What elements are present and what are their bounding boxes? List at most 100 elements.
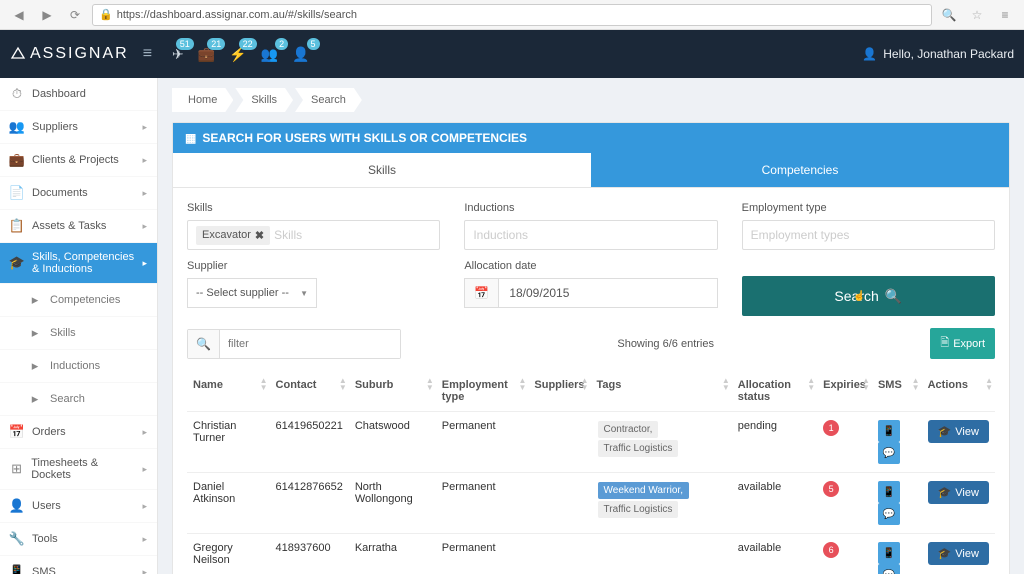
browser-menu-icon[interactable]: ≡: [994, 4, 1016, 26]
user-section[interactable]: 👤 Hello, Jonathan Packard: [862, 47, 1014, 61]
user-icon: 👤: [862, 47, 877, 61]
browser-back-icon[interactable]: ◀: [8, 4, 30, 26]
tag-pill[interactable]: Weekend Warrior,: [598, 482, 689, 499]
tag-pill[interactable]: Contractor,: [598, 421, 659, 438]
chevron-right-icon: ▸: [142, 258, 147, 269]
breadcrumb-item[interactable]: Home: [172, 88, 233, 112]
sms-phone-button[interactable]: 📱: [878, 542, 900, 564]
tag-pill[interactable]: Traffic Logistics: [598, 501, 679, 518]
sidebar-item[interactable]: 📅Orders▸: [0, 416, 157, 449]
filter-input[interactable]: [220, 330, 400, 358]
bookmark-star-icon[interactable]: ☆: [966, 4, 988, 26]
sms-chat-button[interactable]: 💬: [878, 503, 900, 525]
browser-forward-icon[interactable]: ▶: [36, 4, 58, 26]
column-header[interactable]: Expiries▲▼: [817, 371, 872, 412]
view-button[interactable]: 🎓View: [928, 481, 989, 504]
sidebar-item[interactable]: 🔧Tools▸: [0, 523, 157, 556]
employment-input[interactable]: Employment types: [742, 220, 995, 250]
expiry-badge[interactable]: 1: [823, 420, 839, 436]
cell-employment: Permanent: [436, 473, 529, 534]
sidebar-item[interactable]: 💼Clients & Projects▸: [0, 144, 157, 177]
sidebar-item[interactable]: ▸Inductions: [0, 350, 157, 383]
logo[interactable]: ASSIGNAR: [10, 45, 129, 63]
sidebar-item[interactable]: ⏱ Dashboard: [0, 78, 157, 111]
tab-competencies[interactable]: Competencies: [591, 153, 1009, 188]
allocation-date-input[interactable]: 📅 18/09/2015: [464, 278, 717, 308]
expiry-badge[interactable]: 6: [823, 542, 839, 558]
skills-input[interactable]: Excavator ✖ Skills: [187, 220, 440, 250]
breadcrumb-item[interactable]: Search: [295, 88, 362, 112]
sidebar-icon: ▸: [28, 358, 42, 374]
remove-skill-icon[interactable]: ✖: [255, 229, 264, 242]
column-header[interactable]: Suppliers▲▼: [528, 371, 590, 412]
column-header[interactable]: Name▲▼: [187, 371, 270, 412]
sms-phone-button[interactable]: 📱: [878, 420, 900, 442]
skill-tag-chip[interactable]: Excavator ✖: [196, 226, 270, 245]
search-icon[interactable]: 🔍: [938, 4, 960, 26]
column-header[interactable]: Allocation status▲▼: [732, 371, 817, 412]
menu-toggle-icon[interactable]: ≡: [143, 45, 152, 63]
chevron-right-icon: ▸: [142, 567, 147, 574]
export-button[interactable]: 🗎 Export: [930, 328, 995, 359]
sidebar: ⏱ Dashboard 👥Suppliers▸💼Clients & Projects…: [0, 78, 158, 574]
allocation-label: Allocation date: [464, 260, 717, 272]
sidebar-icon: ⏱: [10, 86, 24, 102]
inductions-label: Inductions: [464, 202, 717, 214]
filter-input-group: 🔍: [187, 329, 401, 359]
employment-label: Employment type: [742, 202, 995, 214]
column-header[interactable]: SMS▲▼: [872, 371, 922, 412]
inductions-input[interactable]: Inductions: [464, 220, 717, 250]
cell-sms: 📱💬: [872, 534, 922, 574]
table-row: Gregory Neilson418937600KarrathaPermanen…: [187, 534, 995, 574]
sidebar-item[interactable]: 📱SMS▸: [0, 556, 157, 574]
tab-skills[interactable]: Skills: [173, 153, 591, 188]
cell-name: Christian Turner: [187, 412, 270, 473]
sms-phone-button[interactable]: 📱: [878, 481, 900, 503]
sidebar-item-label: Skills: [50, 327, 76, 339]
notif-icon[interactable]: 👥2: [261, 46, 278, 63]
expiry-badge[interactable]: 5: [823, 481, 839, 497]
topbar: ASSIGNAR ≡ ✈51 💼21 ⚡22 👥2 👤5 👤 Hello, Jonath…: [0, 30, 1024, 78]
supplier-select[interactable]: -- Select supplier --: [187, 278, 317, 308]
sidebar-item[interactable]: 👤Users▸: [0, 490, 157, 523]
sidebar-item[interactable]: 📄Documents▸: [0, 177, 157, 210]
cell-actions: 🎓View: [922, 473, 995, 534]
sidebar-item[interactable]: 🎓Skills, Competencies & Inductions▸: [0, 243, 157, 284]
column-header[interactable]: Suburb▲▼: [349, 371, 436, 412]
lock-icon: 🔒: [99, 8, 113, 21]
sort-icon: ▲▼: [339, 377, 347, 391]
sidebar-item[interactable]: ▸Competencies: [0, 284, 157, 317]
column-header[interactable]: Contact▲▼: [270, 371, 349, 412]
column-header[interactable]: Actions▲▼: [922, 371, 995, 412]
chevron-right-icon: ▸: [142, 221, 147, 232]
notif-icon[interactable]: 👤5: [292, 46, 309, 63]
column-header[interactable]: Tags▲▼: [591, 371, 732, 412]
sms-chat-button[interactable]: 💬: [878, 442, 900, 464]
sms-chat-button[interactable]: 💬: [878, 564, 900, 574]
view-button[interactable]: 🎓View: [928, 420, 989, 443]
notif-icon[interactable]: 💼21: [198, 46, 215, 63]
browser-url-bar[interactable]: 🔒 https://dashboard.assignar.com.au/#/sk…: [92, 4, 932, 26]
sidebar-item[interactable]: 👥Suppliers▸: [0, 111, 157, 144]
sidebar-item[interactable]: 📋Assets & Tasks▸: [0, 210, 157, 243]
sidebar-item[interactable]: ▸Search: [0, 383, 157, 416]
tag-pill[interactable]: Traffic Logistics: [598, 440, 679, 457]
breadcrumb-item[interactable]: Skills: [235, 88, 293, 112]
user-greeting: Hello, Jonathan Packard: [883, 47, 1014, 61]
column-header[interactable]: Employment type▲▼: [436, 371, 529, 412]
sidebar-item-label: Clients & Projects: [32, 154, 119, 166]
notif-icon[interactable]: ⚡22: [229, 46, 246, 63]
view-button[interactable]: 🎓View: [928, 542, 989, 565]
sidebar-item-label: Dashboard: [32, 88, 86, 100]
sort-icon: ▲▼: [722, 377, 730, 391]
sidebar-item[interactable]: ⊞Timesheets & Dockets▸: [0, 449, 157, 490]
notif-badge: 21: [207, 38, 225, 50]
sort-icon: ▲▼: [912, 377, 920, 391]
sidebar-icon: ⊞: [10, 461, 23, 477]
cell-status: available: [732, 473, 817, 534]
browser-reload-icon[interactable]: ⟳: [64, 4, 86, 26]
notif-icon[interactable]: ✈51: [172, 46, 184, 63]
search-button[interactable]: ☝ Search 🔍: [742, 276, 995, 316]
sidebar-item[interactable]: ▸Skills: [0, 317, 157, 350]
url-text: https://dashboard.assignar.com.au/#/skil…: [117, 9, 357, 21]
